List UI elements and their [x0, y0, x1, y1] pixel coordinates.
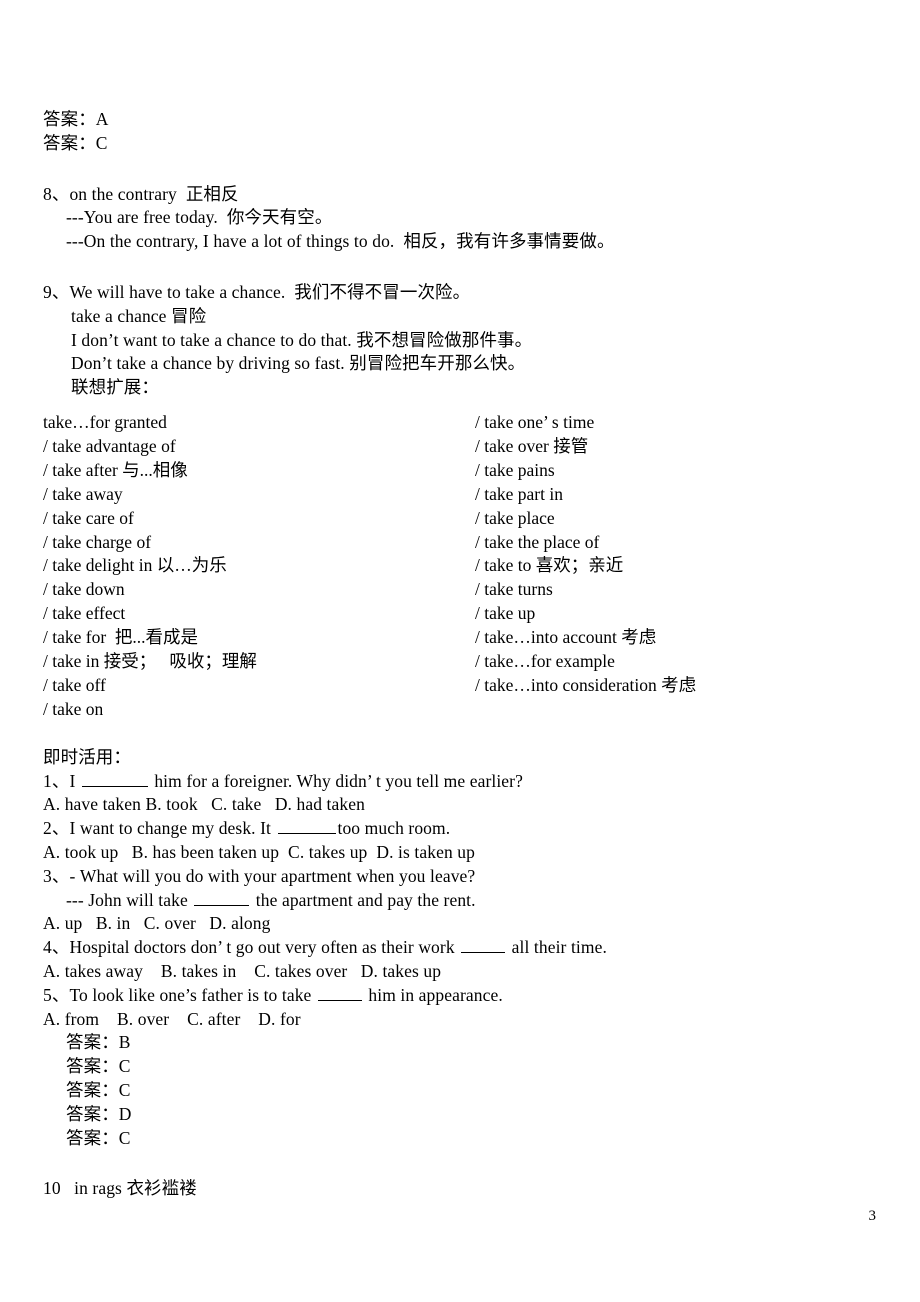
phrase-item: / take…for example — [475, 651, 615, 672]
question-4-stem-after: all their time. — [507, 937, 607, 958]
practice-answer-line: 答案：D — [66, 1103, 132, 1124]
question-2-blank[interactable] — [277, 819, 336, 835]
phrase-item: / take after 与...相像 — [43, 459, 188, 480]
question-3-options[interactable]: A. up B. in C. over D. along — [43, 912, 883, 936]
phrase-item: / take over 接管 — [475, 435, 589, 456]
entry-9-example-line: I don’t want to take a chance to do that… — [71, 329, 533, 350]
document-page: 答案：A 答案：C 8、on the contrary 正相反 ---You a… — [0, 0, 920, 1302]
phrase-item: / take…into consideration 考虑 — [475, 674, 697, 695]
question-4-options[interactable]: A. takes away B. takes in C. takes over … — [43, 960, 883, 984]
question-2-stem: 2、I want to change my desk. It too much … — [43, 817, 883, 841]
question-5-stem: 5、To look like one’s father is to take h… — [43, 984, 883, 1008]
phrase-item: / take part in — [475, 483, 563, 504]
phrase-item: / take one’ s time — [475, 411, 595, 432]
phrase-item: / take to 喜欢；亲近 — [475, 555, 624, 576]
answer-line: 答案：C — [43, 132, 108, 153]
question-1-stem: 1、I him for a foreigner. Why didn’ t you… — [43, 770, 883, 794]
answer-line: 答案：A — [43, 109, 109, 129]
practice-answer-line: 答案：C — [66, 1056, 131, 1077]
question-5-stem-before: 5、To look like one’s father is to take — [43, 984, 316, 1005]
phrase-item: / take…into account 考虑 — [475, 627, 657, 648]
question-4-blank[interactable] — [461, 938, 506, 954]
phrase-item: / take effect — [43, 603, 126, 624]
practice-answer-line: 答案：C — [66, 1127, 131, 1148]
phrase-column-left: take…for granted / take advantage of / t… — [43, 411, 475, 722]
practice-answer-line: 答案：C — [66, 1079, 131, 1100]
phrase-item: / take turns — [475, 579, 553, 600]
phrase-item: take…for granted — [43, 411, 167, 432]
phrase-column-right: / take one’ s time / take over 接管 / take… — [475, 411, 883, 722]
phrase-item: / take care of — [43, 507, 134, 528]
entry-8-heading: 8、on the contrary 正相反 — [43, 183, 239, 204]
question-5-blank[interactable] — [317, 986, 362, 1001]
phrase-list: take…for granted / take advantage of / t… — [43, 411, 883, 722]
expansion-label: 联想扩展： — [71, 377, 159, 398]
phrase-item: / take delight in 以…为乐 — [43, 555, 227, 576]
question-2-options[interactable]: A. took up B. has been taken up C. takes… — [43, 841, 883, 865]
question-4-stem: 4、Hospital doctors don’ t go out very of… — [43, 936, 883, 960]
phrase-item: / take the place of — [475, 531, 600, 552]
question-5-stem-after: him in appearance. — [363, 984, 503, 1005]
phrase-item: / take down — [43, 579, 125, 600]
phrase-item: / take charge of — [43, 531, 152, 552]
phrase-item: / take up — [475, 603, 536, 624]
entry-8-example-line: ---On the contrary, I have a lot of thin… — [66, 231, 615, 252]
practice-label: 即时活用： — [43, 746, 131, 767]
entry-9: 9、We will have to take a chance. 我们不得不冒一… — [43, 281, 883, 400]
entry-8: 8、on the contrary 正相反 ---You are free to… — [43, 183, 883, 254]
question-2-stem-after: too much room. — [337, 818, 451, 839]
practice-section: 即时活用： 1、I him for a foreigner. Why didn’… — [43, 746, 883, 1151]
question-3-sub-line: --- John will take the apartment and pay… — [43, 889, 883, 913]
entry-9-heading: 9、We will have to take a chance. 我们不得不冒一… — [43, 281, 471, 302]
question-3-blank[interactable] — [194, 891, 250, 906]
phrase-item: / take off — [43, 674, 106, 695]
page-content: 答案：A 答案：C 8、on the contrary 正相反 ---You a… — [43, 108, 883, 1201]
question-1-stem-before: 1、I — [43, 770, 80, 791]
question-1-options[interactable]: A. have taken B. took C. take D. had tak… — [43, 793, 883, 817]
page-number: 3 — [868, 1208, 877, 1224]
question-4-stem-before: 4、Hospital doctors don’ t go out very of… — [43, 937, 460, 958]
phrase-item: / take in 接受； 吸收；理解 — [43, 651, 257, 672]
entry-9-phrase-gloss: take a chance 冒险 — [71, 305, 207, 326]
question-2-stem-before: 2、I want to change my desk. It — [43, 818, 276, 839]
question-3-sub-after: the apartment and pay the rent. — [251, 889, 476, 910]
phrase-item: / take place — [475, 507, 555, 528]
question-5-options[interactable]: A. from B. over C. after D. for — [43, 1008, 883, 1032]
question-1-blank[interactable] — [81, 772, 148, 787]
entry-10-heading: 10 in rags 衣衫褴褛 — [43, 1178, 197, 1199]
phrase-item: / take advantage of — [43, 435, 176, 456]
phrase-item: / take away — [43, 483, 123, 504]
entry-8-example-line: ---You are free today. 你今天有空。 — [66, 207, 333, 228]
answers-top-block: 答案：A 答案：C — [43, 108, 883, 156]
question-3-stem: 3、- What will you do with your apartment… — [43, 865, 476, 886]
phrase-item: / take for 把...看成是 — [43, 627, 199, 648]
phrase-item: / take on — [43, 698, 104, 719]
question-3-sub-before: --- John will take — [66, 889, 193, 910]
entry-9-example-line: Don’t take a chance by driving so fast. … — [71, 353, 526, 374]
phrase-item: / take pains — [475, 459, 555, 480]
practice-answer-line: 答案：B — [66, 1032, 131, 1053]
question-1-stem-after: him for a foreigner. Why didn’ t you tel… — [149, 770, 523, 791]
